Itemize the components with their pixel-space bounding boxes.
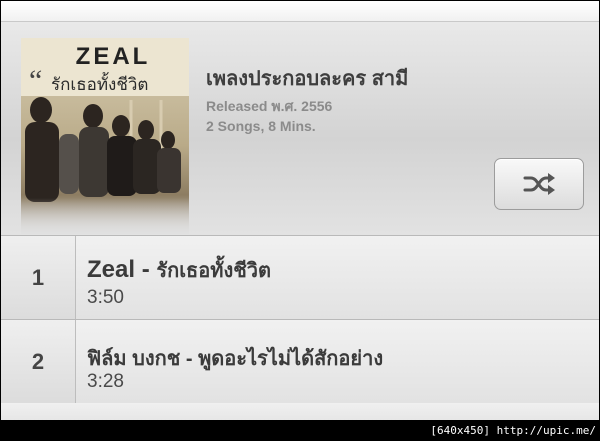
track-duration: 3:28 [87,371,124,392]
track-row[interactable]: 1 Zeal - รักเธอทั้งชีวิต 3:50 [1,236,599,320]
top-bar [1,1,599,22]
track-number: 2 [1,320,76,403]
track-duration: 3:50 [87,287,124,308]
list-footer [1,403,599,420]
app-window: ZEAL “ รักเธอทั้งชีวิต เพลงประกอบละคร สา… [0,0,600,421]
track-row[interactable]: 2 ฟิล์ม บงกช - พูดอะไรไม่ได้สักอย่าง 3:2… [1,320,599,404]
album-header: ZEAL “ รักเธอทั้งชีวิต เพลงประกอบละคร สา… [1,22,599,236]
album-art-brand: ZEAL [76,43,151,70]
album-info: เพลงประกอบละคร สามี Released พ.ศ. 2556 2… [206,62,408,136]
shuffle-icon [523,173,555,195]
album-artwork-image: ZEAL “ รักเธอทั้งชีวิต [21,38,189,234]
album-title: เพลงประกอบละคร สามี [206,68,409,90]
song-count-info: 2 Songs, 8 Mins. [206,118,316,134]
album-art-text: รักเธอทั้งชีวิต [51,72,148,95]
track-title: Zeal - รักเธอทั้งชีวิต [87,254,271,286]
track-artist: Zeal [87,256,136,283]
image-watermark: [640x450] http://upic.me/ [430,424,596,437]
release-info: Released พ.ศ. 2556 [206,98,333,114]
shuffle-button[interactable] [494,158,584,210]
track-song: รักเธอทั้งชีวิต [156,260,272,282]
track-number: 1 [1,236,76,319]
svg-text:“: “ [29,64,42,97]
track-separator: - [135,256,157,283]
album-artwork[interactable]: ZEAL “ รักเธอทั้งชีวิต [21,38,189,234]
track-title: ฟิล์ม บงกช - พูดอะไรไม่ได้สักอย่าง [87,348,384,370]
